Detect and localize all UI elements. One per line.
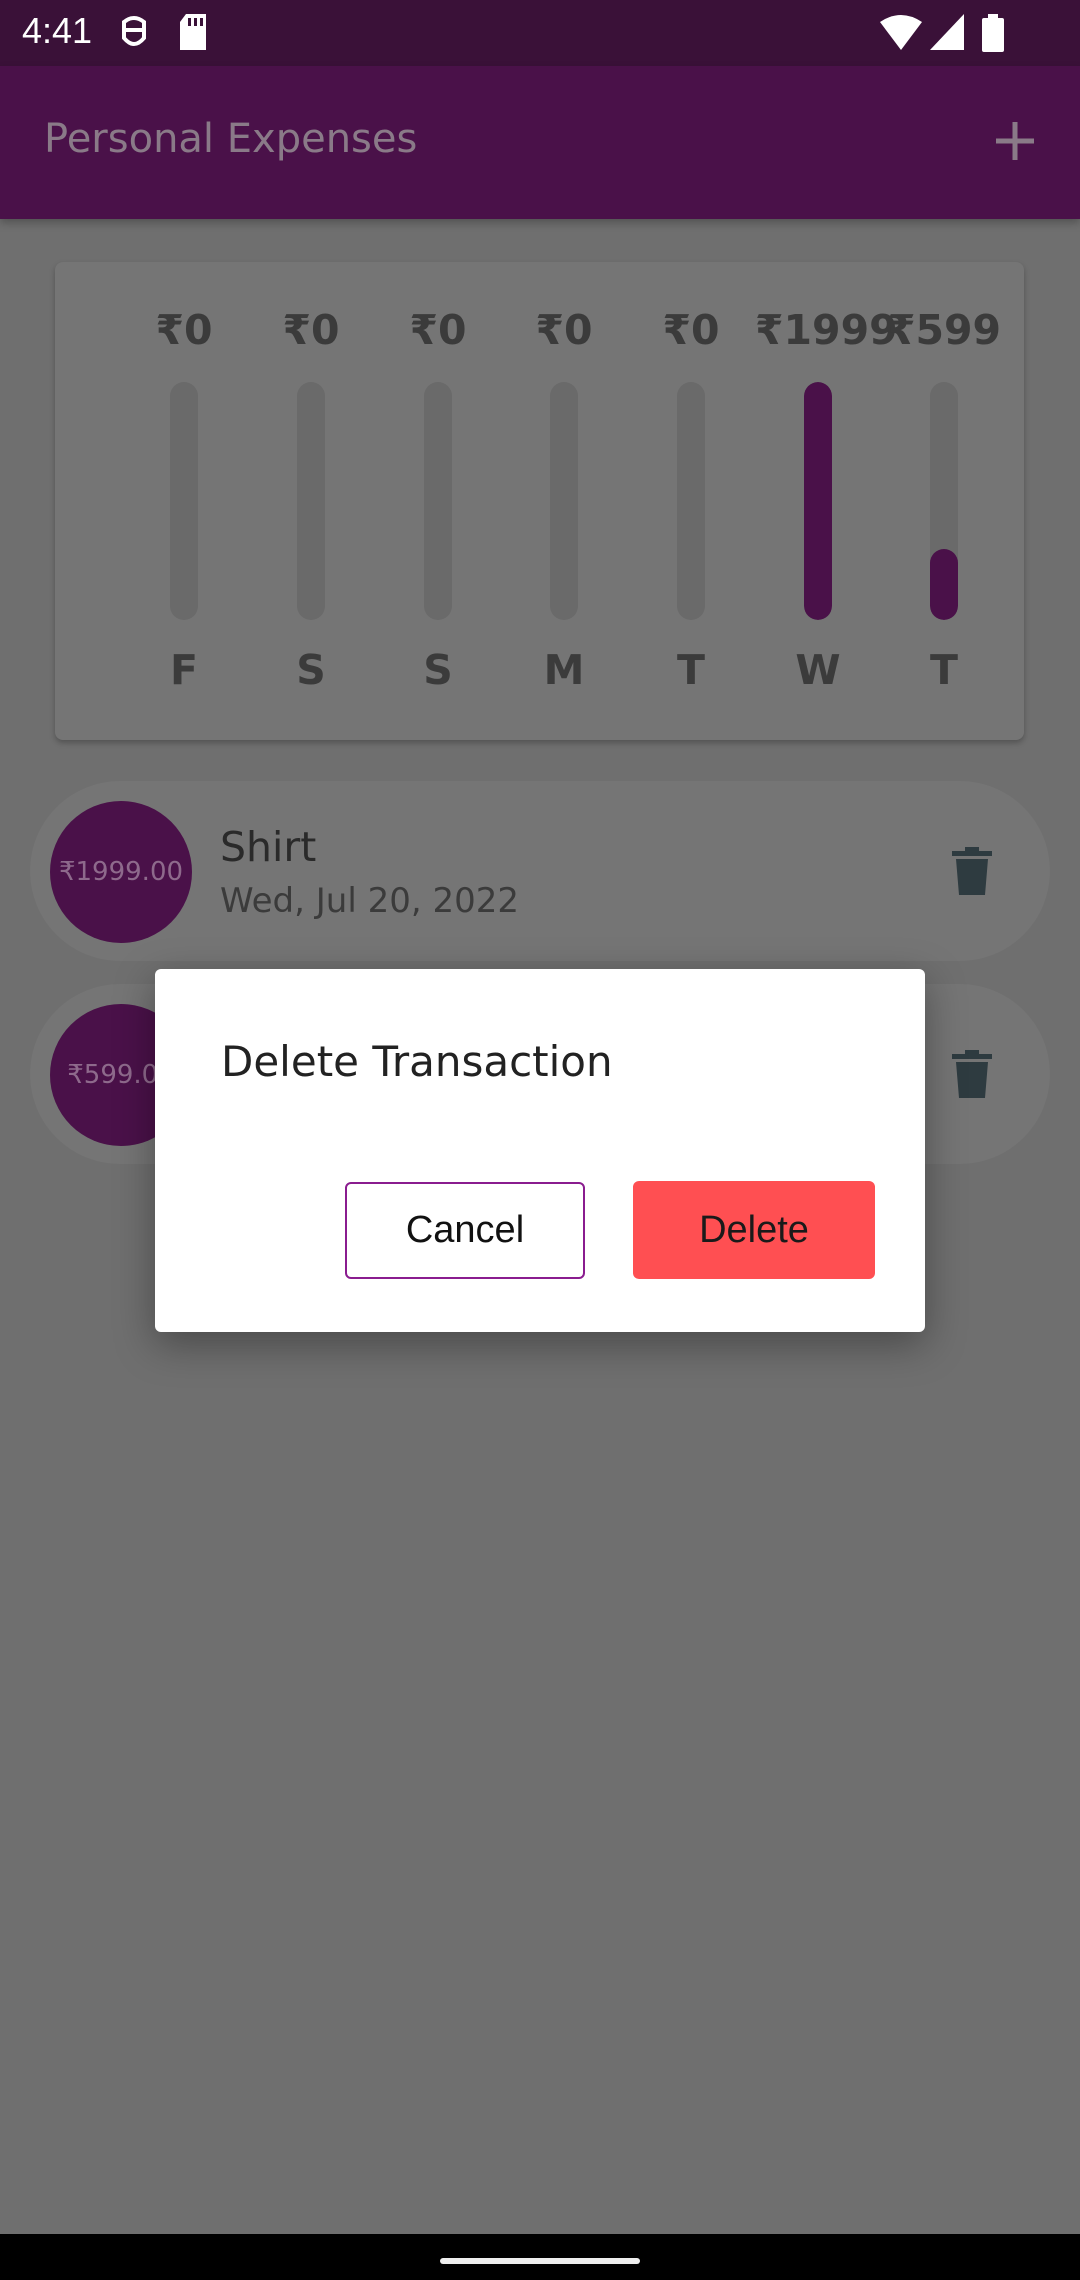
cancel-button[interactable]: Cancel: [345, 1182, 585, 1279]
transaction-date: Wed, Jul 20, 2022: [220, 881, 519, 921]
bar-day-label: S: [296, 646, 326, 694]
transaction-title: Shirt: [220, 823, 317, 871]
app-title: Personal Expenses: [44, 116, 418, 162]
status-time: 4:41: [22, 10, 93, 51]
bar-track: [550, 382, 578, 620]
bar-track: [930, 382, 958, 620]
bar-amount-label: ₹599: [886, 306, 1002, 354]
delete-button[interactable]: Delete: [633, 1181, 875, 1279]
amount-avatar: ₹1999.00: [50, 801, 192, 943]
bar-day-label: S: [423, 646, 453, 694]
bar-amount-label: ₹0: [155, 306, 213, 354]
bar-track: [804, 382, 832, 620]
bar-day-label: T: [930, 646, 958, 694]
bar-amount-label: ₹0: [662, 306, 720, 354]
bar-amount-label: ₹0: [282, 306, 340, 354]
weekly-chart-card: ₹0 F ₹0 S ₹0 S ₹0 M ₹0 T ₹1999 W ₹599 T: [55, 262, 1024, 740]
chart-bar-column: ₹1999 W: [755, 262, 898, 740]
chart-bar-column: ₹0 M: [501, 262, 627, 740]
trash-icon[interactable]: [952, 847, 992, 895]
bar-track: [424, 382, 452, 620]
bar-day-label: M: [543, 646, 585, 694]
wifi-icon: [880, 15, 922, 50]
delete-dialog: Delete Transaction Cancel Delete: [155, 969, 925, 1332]
bar-day-label: T: [677, 646, 705, 694]
battery-icon: [982, 14, 1004, 52]
bar-amount-label: ₹0: [535, 306, 593, 354]
status-bar: 4:41: [0, 0, 1080, 66]
bar-day-label: F: [169, 646, 198, 694]
face-icon: [122, 16, 146, 46]
trash-icon[interactable]: [952, 1050, 992, 1098]
app-bar: Personal Expenses: [0, 66, 1080, 219]
chart-bar-column: ₹0 S: [248, 262, 374, 740]
chart-bar-column: ₹0 F: [121, 262, 247, 740]
navigation-bar: [0, 2234, 1080, 2280]
bar-fill: [804, 382, 832, 620]
sd-card-icon: [180, 14, 206, 50]
chart-bar-column: ₹0 S: [375, 262, 501, 740]
bar-day-label: W: [795, 646, 841, 694]
plus-icon[interactable]: [992, 118, 1038, 164]
signal-icon: [930, 14, 964, 50]
bar-amount-label: ₹1999: [755, 306, 898, 354]
bar-fill: [930, 548, 958, 620]
bar-track: [677, 382, 705, 620]
bar-track: [297, 382, 325, 620]
bar-amount-label: ₹0: [409, 306, 467, 354]
bar-track: [170, 382, 198, 620]
chart-bar-column: ₹599 T: [881, 262, 1007, 740]
home-handle[interactable]: [440, 2258, 640, 2264]
chart-bar-column: ₹0 T: [628, 262, 754, 740]
dialog-title: Delete Transaction: [221, 1037, 613, 1086]
transaction-item[interactable]: ₹1999.00 Shirt Wed, Jul 20, 2022: [30, 781, 1050, 961]
